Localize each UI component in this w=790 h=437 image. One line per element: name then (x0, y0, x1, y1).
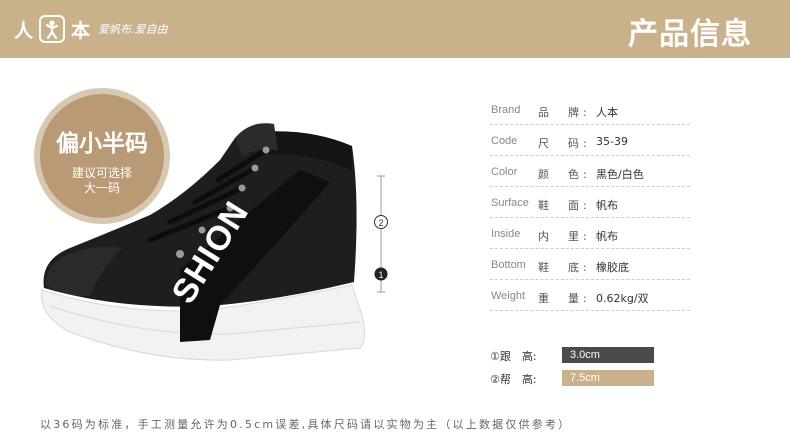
heel-height-value: 3.0cm (562, 347, 654, 363)
spec-label-cn: 品 牌: (538, 106, 591, 119)
spec-label-en: Weight (491, 290, 526, 302)
spec-value: 帆布 (596, 230, 618, 243)
spec-value: 0.62kg/双 (596, 292, 649, 305)
heel-height-label: ①跟 高: (490, 350, 537, 363)
spec-row-brand: Brand 品 牌: 人本 (490, 94, 690, 125)
page-title: 产品信息 (628, 17, 752, 52)
spec-label-en: Brand (491, 104, 521, 116)
shaft-height-label: ②帮 高: (490, 373, 537, 386)
spec-label-cn: 尺 码: (538, 137, 591, 150)
spec-label-cn: 鞋 面: (538, 199, 591, 212)
spec-row-inside: Inside 内 里: 帆布 (490, 218, 690, 249)
svg-text:2: 2 (378, 218, 383, 228)
spec-value: 人本 (596, 106, 618, 119)
brand-slogan: 爱帆布.爱自由 (98, 23, 168, 36)
shoe-photo: SHION (41, 123, 366, 361)
height-scale: 2 1 (374, 175, 388, 293)
measurement-footnote: 以36码为标准，手工测量允许为0.5cm误差,具体尺码请以实物为主（以上数据仅供… (40, 418, 572, 431)
spec-row-bottom: Bottom 鞋 底: 橡胶底 (490, 249, 690, 280)
spec-label-en: Bottom (491, 259, 526, 271)
spec-label-en: Inside (491, 228, 521, 240)
spec-value: 帆布 (596, 199, 618, 212)
shaft-height-value: 7.5cm (562, 370, 654, 386)
spec-label-cn: 颜 色: (538, 168, 591, 181)
brand-logo: 人 本 爱帆布.爱自由 (14, 14, 168, 44)
spec-row-color: Color 颜 色: 黑色/白色 (490, 156, 690, 187)
spec-table: Brand 品 牌: 人本 Code 尺 码: 35-39 Color 颜 色:… (490, 94, 690, 311)
brand-char-ren: 人 (14, 19, 34, 42)
spec-label-cn: 重 量: (538, 292, 591, 305)
spec-value: 黑色/白色 (596, 168, 644, 181)
spec-label-cn: 内 里: (538, 230, 591, 243)
svg-text:1: 1 (378, 270, 383, 280)
spec-row-surface: Surface 鞋 面: 帆布 (490, 187, 690, 218)
spec-value: 橡胶底 (596, 261, 629, 274)
heel-height-row: ①跟 高: 3.0cm (490, 347, 660, 363)
spec-label-en: Color (491, 166, 518, 178)
spec-label-cn: 鞋 底: (538, 261, 591, 274)
spec-label-en: Code (491, 135, 518, 147)
header-banner: 人 本 爱帆布.爱自由 产品信息 (0, 0, 790, 58)
brand-char-ben: 本 (71, 19, 91, 42)
spec-value: 35-39 (596, 135, 628, 148)
spec-label-en: Surface (491, 197, 529, 209)
walking-person-icon (39, 15, 66, 43)
spec-row-weight: Weight 重 量: 0.62kg/双 (490, 280, 690, 311)
spec-row-code: Code 尺 码: 35-39 (490, 125, 690, 156)
shaft-height-row: ②帮 高: 7.5cm (490, 370, 660, 386)
